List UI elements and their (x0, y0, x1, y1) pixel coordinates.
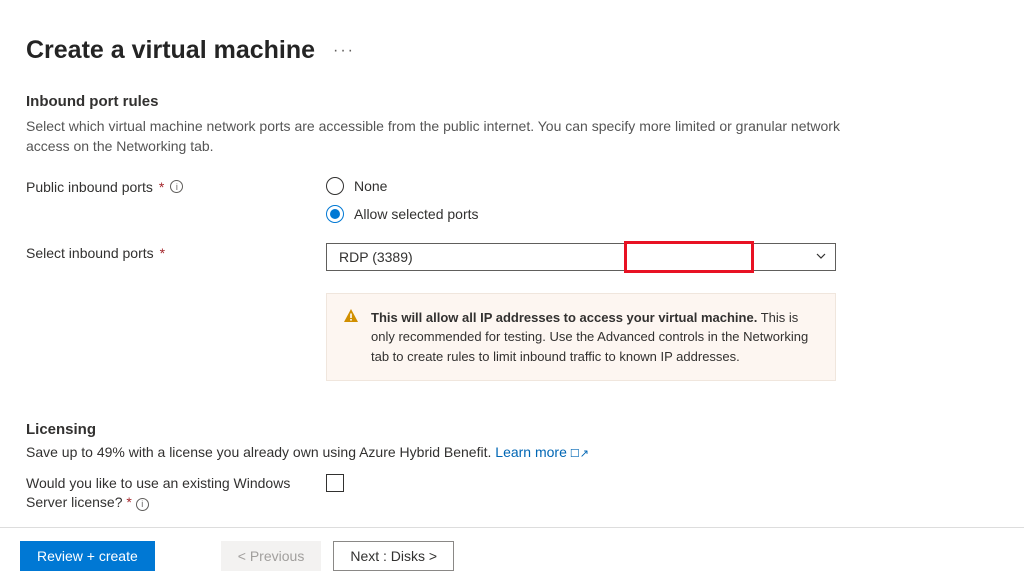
public-ports-label: Public inbound ports * i (26, 177, 326, 195)
existing-license-label: Would you like to use an existing Window… (26, 474, 326, 512)
select-ports-value: RDP (3389) (339, 249, 413, 265)
warning-icon (343, 308, 359, 367)
licensing-description: Save up to 49% with a license you alread… (26, 444, 992, 460)
review-create-button[interactable]: Review + create (20, 541, 155, 571)
radio-icon-selected (326, 205, 344, 223)
radio-icon (326, 177, 344, 195)
inbound-heading: Inbound port rules (26, 93, 992, 110)
inbound-description: Select which virtual machine network por… (26, 116, 846, 157)
learn-more-link[interactable]: Learn more☐↗ (495, 444, 589, 460)
existing-license-checkbox[interactable] (326, 474, 344, 492)
next-button[interactable]: Next : Disks > (333, 541, 454, 571)
chevron-down-icon (815, 249, 827, 265)
radio-allow-label: Allow selected ports (354, 206, 479, 222)
page-title: Create a virtual machine (26, 36, 315, 65)
radio-none-label: None (354, 178, 387, 194)
warning-callout: This will allow all IP addresses to acce… (326, 293, 836, 382)
wizard-footer: Review + create < Previous Next : Disks … (0, 527, 1024, 583)
previous-button: < Previous (221, 541, 322, 571)
select-ports-label: Select inbound ports * (26, 243, 326, 261)
more-actions-button[interactable]: ··· (333, 42, 355, 60)
info-icon[interactable]: i (136, 498, 149, 511)
info-icon[interactable]: i (170, 180, 183, 193)
radio-allow-selected[interactable]: Allow selected ports (326, 205, 992, 223)
select-ports-dropdown[interactable]: RDP (3389) (326, 243, 836, 271)
warning-bold: This will allow all IP addresses to acce… (371, 310, 757, 325)
required-asterisk: * (159, 179, 164, 195)
licensing-heading: Licensing (26, 421, 992, 438)
radio-none[interactable]: None (326, 177, 992, 195)
required-asterisk: * (160, 245, 165, 261)
external-link-icon: ☐↗ (570, 448, 589, 460)
